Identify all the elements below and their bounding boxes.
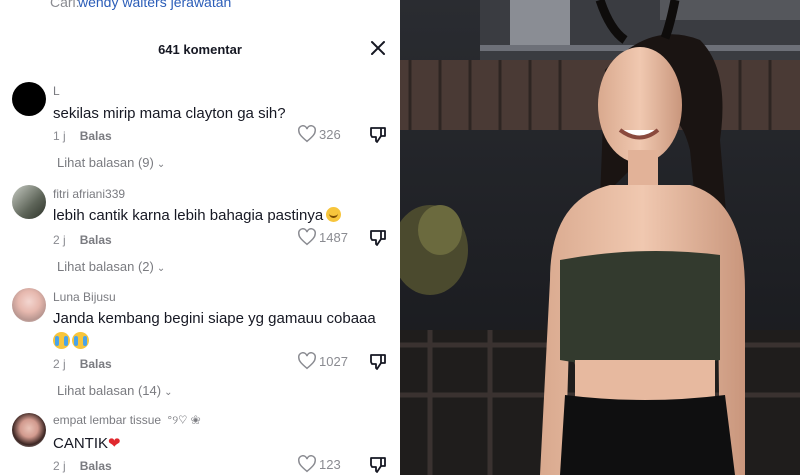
like-button[interactable]: 1487 bbox=[297, 228, 348, 246]
comment-item: Luna Bijusu Janda kembang begini siape y… bbox=[0, 288, 400, 403]
dislike-icon[interactable] bbox=[368, 352, 388, 372]
comment-username[interactable]: empat lembar tissue °୨♡ ❀ bbox=[53, 413, 201, 428]
heart-outline-icon bbox=[298, 125, 316, 143]
view-replies-label: Lihat balasan (14) bbox=[57, 383, 162, 398]
view-replies-link[interactable]: Lihat balasan (2) ⌄ bbox=[57, 259, 165, 274]
dislike-icon[interactable] bbox=[368, 228, 388, 248]
comment-username[interactable]: fitri afriani339 bbox=[53, 187, 125, 201]
view-replies-link[interactable]: Lihat balasan (9) ⌄ bbox=[57, 155, 165, 170]
crying-face-icon bbox=[72, 332, 89, 349]
comment-time: 1 j bbox=[53, 129, 66, 143]
dislike-icon[interactable] bbox=[368, 455, 388, 475]
chevron-down-icon: ⌄ bbox=[164, 387, 173, 398]
comment-emojis bbox=[53, 332, 91, 349]
comment-item: L sekilas mirip mama clayton ga sih? 1 j… bbox=[0, 80, 400, 175]
comment-meta: 2 j Balas bbox=[53, 357, 112, 371]
like-count: 1487 bbox=[319, 229, 348, 245]
reply-button[interactable]: Balas bbox=[80, 129, 112, 143]
crying-face-icon bbox=[53, 332, 70, 349]
avatar[interactable] bbox=[12, 82, 46, 116]
view-replies-label: Lihat balasan (2) bbox=[57, 259, 154, 274]
view-replies-link[interactable]: Lihat balasan (14) ⌄ bbox=[57, 383, 172, 398]
comments-header: 641 komentar bbox=[0, 30, 400, 70]
comment-meta: 1 j Balas bbox=[53, 129, 112, 143]
comment-username-text: empat lembar tissue bbox=[53, 413, 162, 427]
comment-time: 2 j bbox=[53, 233, 66, 247]
comment-text-content: CANTIK bbox=[53, 435, 109, 452]
comment-username[interactable]: Luna Bijusu bbox=[53, 290, 116, 304]
comment-time: 2 j bbox=[53, 459, 66, 473]
red-heart-icon: ❤ bbox=[108, 435, 121, 452]
like-button[interactable]: 123 bbox=[297, 455, 341, 473]
view-replies-label: Lihat balasan (9) bbox=[57, 155, 154, 170]
comment-username[interactable]: L bbox=[53, 84, 60, 98]
comment-text-content: lebih cantik karna lebih bahagia pastiny… bbox=[53, 207, 324, 224]
like-button[interactable]: 1027 bbox=[297, 352, 348, 370]
night-portrait-image bbox=[400, 0, 800, 475]
search-prefix: Cari: bbox=[50, 0, 80, 10]
search-strip: Cari: wendy walters jerawatan bbox=[0, 0, 400, 10]
close-icon[interactable] bbox=[368, 38, 388, 58]
comment-time: 2 j bbox=[53, 357, 66, 371]
heart-outline-icon bbox=[298, 228, 316, 246]
comment-text: Janda kembang begini siape yg gamauu cob… bbox=[53, 310, 376, 327]
video-photo bbox=[400, 0, 800, 475]
comment-item: fitri afriani339 lebih cantik karna lebi… bbox=[0, 185, 400, 280]
comment-item: empat lembar tissue °୨♡ ❀ CANTIK❤ 2 j Bal… bbox=[0, 411, 400, 475]
comment-meta: 2 j Balas bbox=[53, 233, 112, 247]
comment-meta: 2 j Balas bbox=[53, 459, 112, 473]
chevron-down-icon: ⌄ bbox=[156, 263, 166, 274]
heart-outline-icon bbox=[298, 352, 316, 370]
like-button[interactable]: 326 bbox=[297, 125, 341, 143]
comment-count: 641 komentar bbox=[158, 42, 242, 57]
like-count: 1027 bbox=[319, 353, 348, 369]
comment-text: sekilas mirip mama clayton ga sih? bbox=[53, 105, 286, 122]
chevron-down-icon: ⌄ bbox=[156, 159, 166, 170]
smiling-face-icon bbox=[326, 207, 342, 222]
avatar[interactable] bbox=[12, 288, 46, 322]
reply-button[interactable]: Balas bbox=[80, 233, 112, 247]
avatar[interactable] bbox=[12, 413, 46, 447]
avatar[interactable] bbox=[12, 185, 46, 219]
dislike-icon[interactable] bbox=[368, 125, 388, 145]
comments-panel: Cari: wendy walters jerawatan 641 koment… bbox=[0, 0, 400, 475]
reply-button[interactable]: Balas bbox=[80, 459, 112, 473]
like-count: 123 bbox=[319, 456, 341, 472]
comment-text: CANTIK❤ bbox=[53, 434, 121, 452]
like-count: 326 bbox=[319, 126, 341, 142]
username-decoration: °୨♡ ❀ bbox=[167, 413, 201, 427]
reply-button[interactable]: Balas bbox=[80, 357, 112, 371]
comment-text: lebih cantik karna lebih bahagia pastiny… bbox=[53, 207, 342, 224]
search-query-link[interactable]: wendy walters jerawatan bbox=[78, 0, 231, 10]
heart-outline-icon bbox=[298, 455, 316, 473]
